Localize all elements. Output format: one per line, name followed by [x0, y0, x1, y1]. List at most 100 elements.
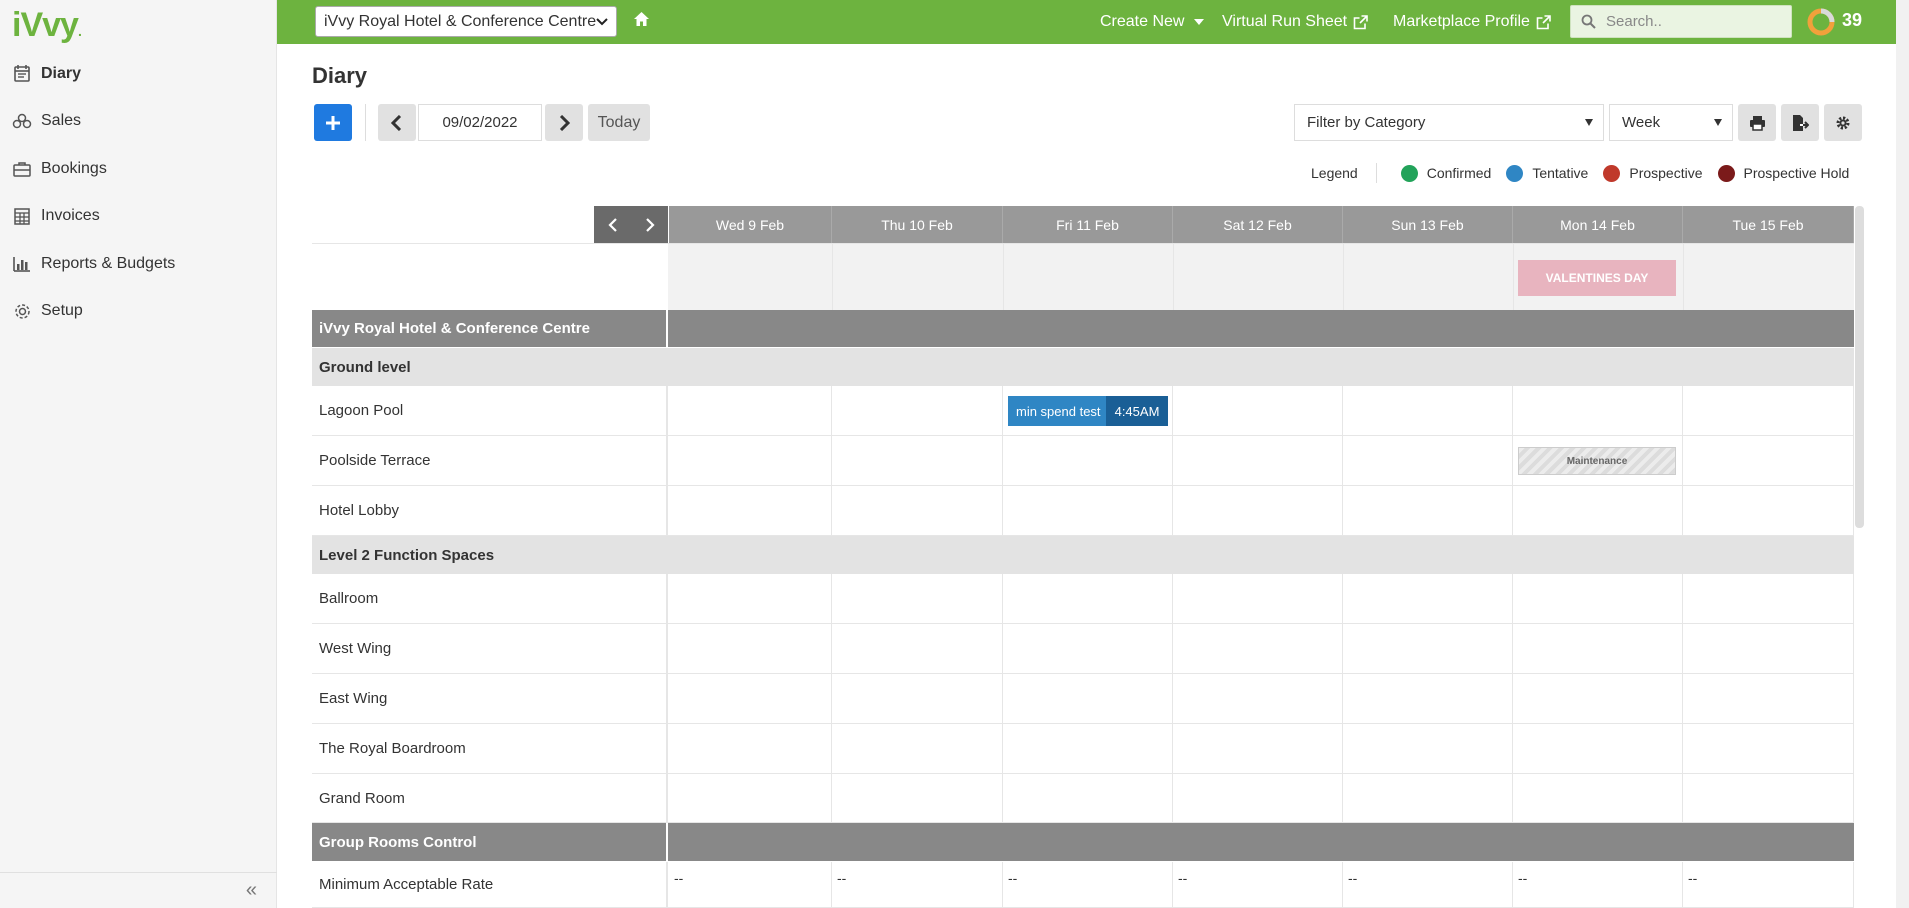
rate-cell[interactable]: --: [1513, 862, 1683, 907]
sidebar-item-invoices[interactable]: Invoices: [0, 193, 277, 241]
day-cell[interactable]: [1173, 436, 1343, 485]
day-cell[interactable]: [1513, 486, 1683, 535]
day-cell[interactable]: [669, 624, 832, 673]
room-label[interactable]: East Wing: [312, 674, 668, 723]
day-cell[interactable]: [1003, 624, 1173, 673]
day-cell[interactable]: [1513, 386, 1683, 435]
room-label[interactable]: Lagoon Pool: [312, 386, 668, 435]
day-cell[interactable]: [1343, 386, 1513, 435]
day-cell[interactable]: [669, 436, 832, 485]
day-cell[interactable]: [1173, 386, 1343, 435]
venue-select[interactable]: iVvy Royal Hotel & Conference Centre: [315, 6, 617, 37]
rate-cell[interactable]: --: [1173, 862, 1343, 907]
day-cell[interactable]: [1343, 436, 1513, 485]
day-cell[interactable]: [1173, 624, 1343, 673]
day-cell[interactable]: [1683, 574, 1854, 623]
next-date-button[interactable]: [545, 104, 583, 141]
rate-cell[interactable]: --: [669, 862, 832, 907]
day-cell[interactable]: [669, 574, 832, 623]
add-button[interactable]: [314, 104, 352, 141]
day-cell[interactable]: [1003, 574, 1173, 623]
day-cell[interactable]: [669, 774, 832, 822]
day-cell[interactable]: [1003, 774, 1173, 822]
date-field[interactable]: 09/02/2022: [418, 104, 542, 141]
day-cell[interactable]: [1683, 624, 1854, 673]
room-label[interactable]: Hotel Lobby: [312, 486, 668, 535]
day-cell[interactable]: [1513, 774, 1683, 822]
view-select[interactable]: Week: [1609, 104, 1733, 141]
marketplace-profile-link[interactable]: Marketplace Profile: [1393, 0, 1551, 44]
day-cell[interactable]: [1173, 674, 1343, 723]
day-cell[interactable]: [1173, 486, 1343, 535]
search-input[interactable]: [1606, 13, 1776, 30]
day-cell[interactable]: [1003, 724, 1173, 773]
day-cell[interactable]: [832, 624, 1003, 673]
day-cell[interactable]: [1513, 624, 1683, 673]
home-icon[interactable]: [633, 11, 650, 27]
ivvy-logo[interactable]: iVvy.: [12, 6, 82, 45]
sidebar-item-setup[interactable]: Setup: [0, 288, 277, 336]
day-cell[interactable]: [1683, 436, 1854, 485]
day-cell[interactable]: [832, 724, 1003, 773]
rate-cell[interactable]: --: [1683, 862, 1854, 907]
progress-ring-icon[interactable]: [1806, 7, 1836, 37]
filter-category-select[interactable]: Filter by Category: [1294, 104, 1604, 141]
rate-cell[interactable]: --: [832, 862, 1003, 907]
grid-next-week-icon[interactable]: [645, 217, 655, 232]
collapse-sidebar-icon[interactable]: «: [246, 879, 257, 902]
day-cell[interactable]: [832, 486, 1003, 535]
day-cell[interactable]: [1343, 724, 1513, 773]
export-button[interactable]: [1781, 104, 1819, 141]
day-cell[interactable]: [1513, 674, 1683, 723]
day-cell[interactable]: [1513, 724, 1683, 773]
day-cell[interactable]: [832, 574, 1003, 623]
room-label[interactable]: Grand Room: [312, 774, 668, 822]
rate-cell[interactable]: --: [1343, 862, 1513, 907]
day-cell[interactable]: [1003, 436, 1173, 485]
day-cell[interactable]: [832, 674, 1003, 723]
day-cell[interactable]: [1343, 486, 1513, 535]
day-cell[interactable]: [1683, 386, 1854, 435]
day-cell[interactable]: [832, 774, 1003, 822]
day-cell[interactable]: [1173, 574, 1343, 623]
sidebar-item-bookings[interactable]: Bookings: [0, 145, 277, 193]
day-cell[interactable]: [1343, 674, 1513, 723]
day-cell[interactable]: [1513, 574, 1683, 623]
room-label[interactable]: Ballroom: [312, 574, 668, 623]
previous-date-button[interactable]: [378, 104, 416, 141]
day-cell[interactable]: [1343, 574, 1513, 623]
day-cell[interactable]: [1683, 674, 1854, 723]
day-cell[interactable]: [1003, 674, 1173, 723]
day-cell[interactable]: [669, 386, 832, 435]
today-button[interactable]: Today: [588, 104, 650, 141]
create-new-menu[interactable]: Create New: [1100, 0, 1205, 44]
page-scrollbar[interactable]: [1896, 0, 1909, 908]
sidebar-item-reports-budgets[interactable]: Reports & Budgets: [0, 240, 277, 288]
grid-scrollbar[interactable]: [1855, 206, 1864, 528]
virtual-run-sheet-link[interactable]: Virtual Run Sheet: [1222, 0, 1368, 44]
day-cell[interactable]: [1683, 774, 1854, 822]
sidebar-item-diary[interactable]: Diary: [0, 50, 277, 98]
room-label[interactable]: Poolside Terrace: [312, 436, 668, 485]
day-cell[interactable]: [1173, 774, 1343, 822]
rate-cell[interactable]: --: [1003, 862, 1173, 907]
day-cell[interactable]: [669, 486, 832, 535]
day-cell[interactable]: [1343, 624, 1513, 673]
sidebar-item-sales[interactable]: Sales: [0, 98, 277, 146]
day-cell[interactable]: [1003, 486, 1173, 535]
booking-block[interactable]: min spend test 4:45AM: [1008, 396, 1168, 426]
maintenance-block[interactable]: Maintenance: [1518, 447, 1676, 475]
room-label[interactable]: The Royal Boardroom: [312, 724, 668, 773]
day-cell[interactable]: [832, 436, 1003, 485]
day-cell[interactable]: [669, 674, 832, 723]
grid-prev-week-icon[interactable]: [607, 217, 618, 232]
notification-count[interactable]: 39: [1842, 10, 1862, 31]
day-cell[interactable]: [669, 724, 832, 773]
special-day-badge[interactable]: VALENTINES DAY: [1518, 260, 1676, 296]
print-button[interactable]: [1738, 104, 1776, 141]
day-cell[interactable]: [1683, 724, 1854, 773]
day-cell[interactable]: [1343, 774, 1513, 822]
day-cell[interactable]: [832, 386, 1003, 435]
settings-button[interactable]: [1824, 104, 1862, 141]
room-label[interactable]: West Wing: [312, 624, 668, 673]
